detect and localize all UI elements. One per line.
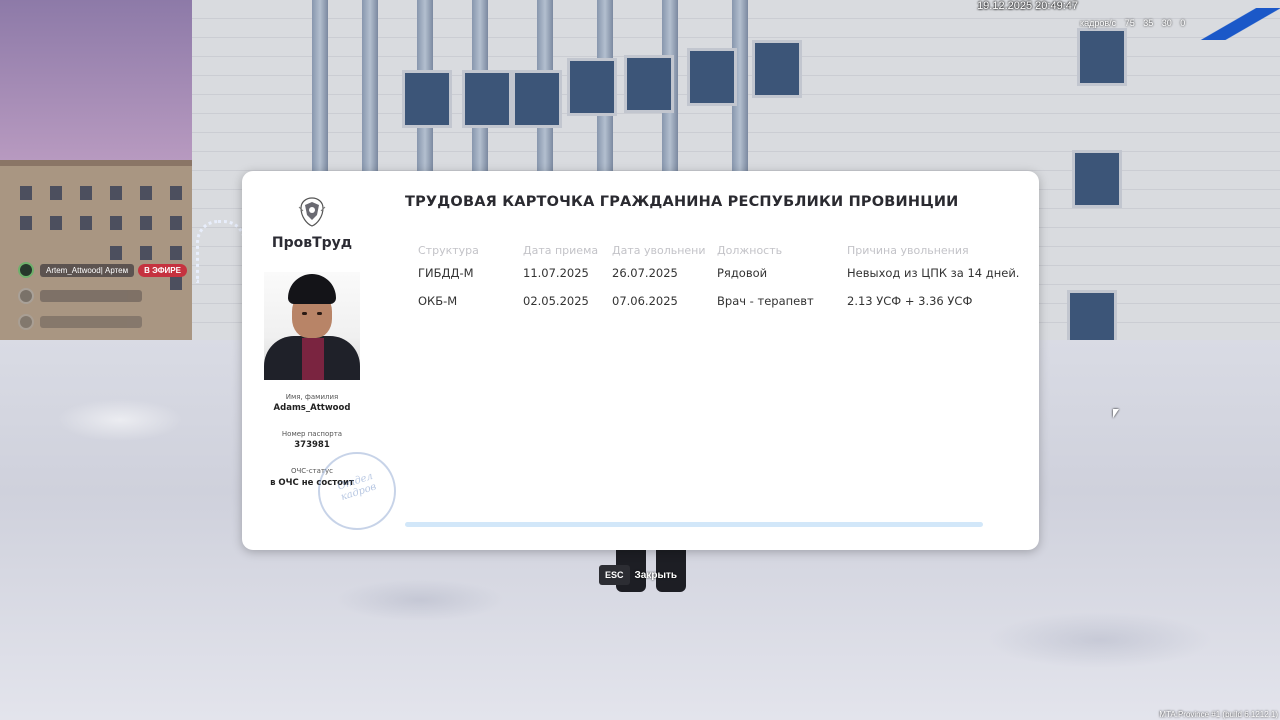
voice-chat-row — [18, 287, 142, 305]
cell-structure: ГИБДД-М — [418, 266, 474, 280]
voice-speaker-name — [40, 290, 142, 302]
cell-hire-date: 11.07.2025 — [523, 266, 589, 280]
esc-key-button[interactable]: ESC — [599, 565, 630, 585]
hud-fps-label: кадров/с — [1080, 18, 1117, 28]
cell-dismissal-reason: 2.13 УСФ + 3.36 УСФ — [847, 294, 973, 308]
column-header-dismissal-reason: Причина увольнения — [847, 244, 969, 257]
work-card-dialog: ПровТруд Имя, фамилия Adams_Attwood Номе… — [242, 171, 1039, 550]
cell-position: Рядовой — [717, 266, 768, 280]
column-header-dismissal-date: Дата увольнени — [612, 244, 706, 257]
organization-name: ПровТруд — [271, 235, 353, 251]
hud-stat-4: 0 — [1180, 18, 1186, 28]
card-title: ТРУДОВАЯ КАРТОЧКА ГРАЖДАНИНА РЕСПУБЛИКИ … — [405, 194, 959, 210]
hud-stats: кадров/с 75 35 30 0 — [1080, 18, 1191, 28]
hud-stat-3: 30 — [1161, 18, 1172, 28]
close-label[interactable]: Закрыть — [635, 570, 678, 581]
name-label: Имя, фамилия — [285, 393, 339, 401]
build-version: MTA:Province #1 (build 6.1212.1) — [1159, 710, 1278, 719]
person-panel: ПровТруд Имя, фамилия Adams_Attwood Номе… — [242, 171, 396, 550]
cell-dismissal-date: 07.06.2025 — [612, 294, 678, 308]
voice-speaker-name: Artem_Attwood| Артем — [40, 263, 135, 277]
cell-hire-date: 02.05.2025 — [523, 294, 589, 308]
close-hint[interactable]: ESC Закрыть — [599, 565, 677, 585]
street-lamp-decoration — [196, 220, 246, 283]
hud-stat-2: 35 — [1143, 18, 1154, 28]
voice-avatar-icon — [18, 262, 34, 278]
cell-dismissal-reason: Невыход из ЦПК за 14 дней. — [847, 266, 1020, 280]
on-air-badge: В ЭФИРЕ — [138, 263, 187, 277]
voice-chat-row — [18, 313, 142, 331]
voice-avatar-icon — [18, 288, 34, 304]
person-name: Adams_Attwood — [273, 403, 351, 413]
column-header-structure: Структура — [418, 244, 479, 257]
cell-position: Врач - терапевт — [717, 294, 814, 308]
department-stamp: Отдел кадров — [318, 452, 396, 530]
voice-avatar-icon — [18, 314, 34, 330]
passport-number: 373981 — [294, 440, 330, 450]
coat-of-arms-icon — [298, 197, 326, 227]
passport-label: Номер паспорта — [281, 430, 343, 438]
mouse-cursor-icon — [1113, 409, 1119, 418]
hud-datetime: 19.12.2025 20:49:47 — [977, 0, 1078, 12]
voice-speaker-name — [40, 316, 142, 328]
column-header-position: Должность — [717, 244, 783, 257]
voice-chat-row: Artem_Attwood| Артем В ЭФИРЕ — [18, 261, 187, 279]
hud-fps-value: 75 — [1124, 18, 1135, 28]
column-header-hire-date: Дата приема — [523, 244, 599, 257]
horizontal-scrollbar[interactable] — [405, 522, 983, 527]
stamp-text: Отдел кадров — [336, 470, 378, 504]
cell-structure: ОКБ-М — [418, 294, 458, 308]
cell-dismissal-date: 26.07.2025 — [612, 266, 678, 280]
person-photo — [264, 272, 360, 380]
server-logo-icon — [1190, 8, 1280, 40]
